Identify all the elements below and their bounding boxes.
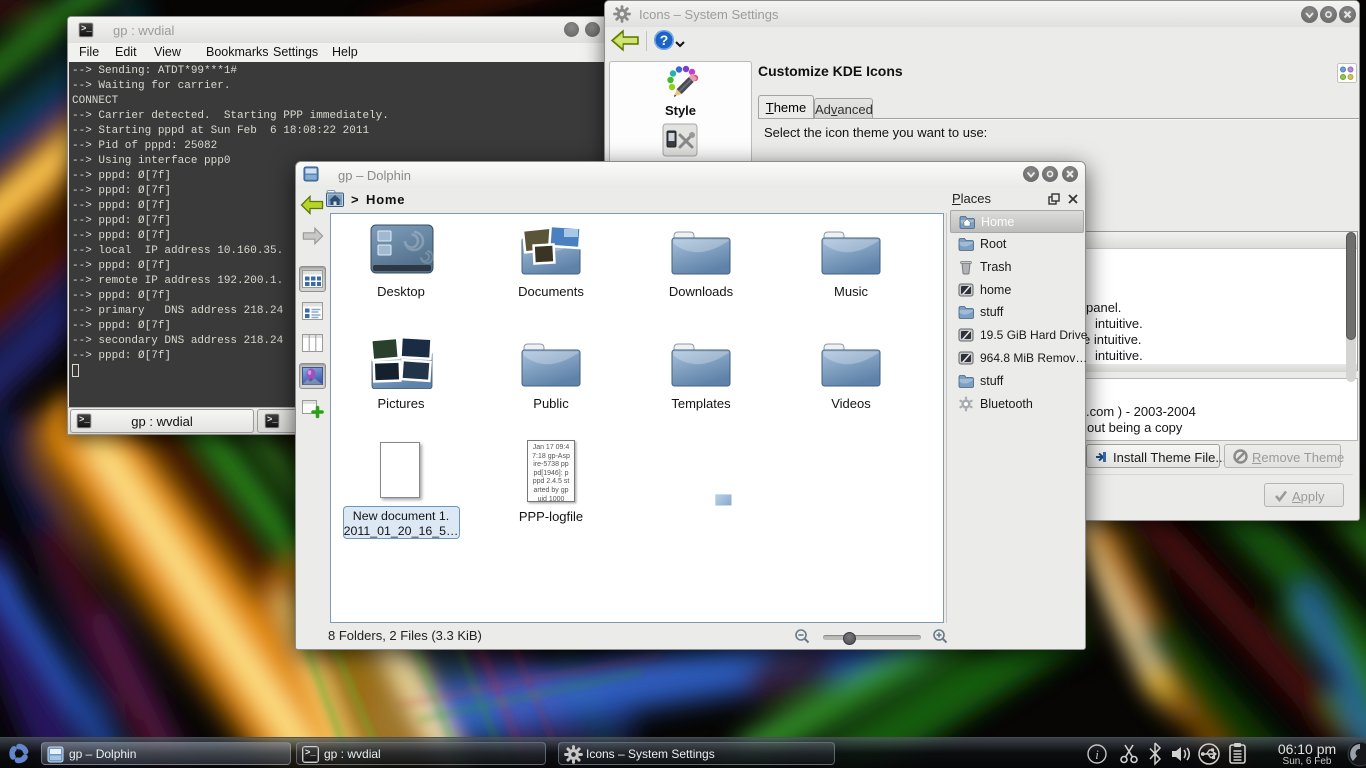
svg-text:?: ? <box>660 32 669 48</box>
svg-text:i: i <box>1095 747 1099 762</box>
